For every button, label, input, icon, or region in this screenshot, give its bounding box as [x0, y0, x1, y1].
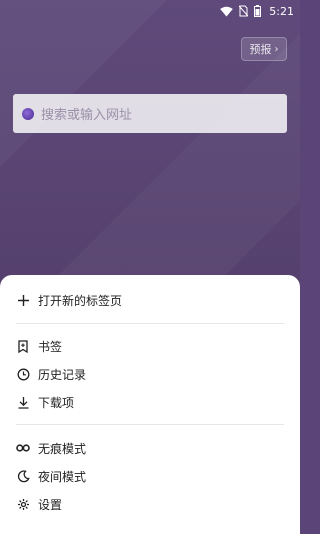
search-placeholder: 搜索或输入网址 [41, 108, 133, 123]
search-bar[interactable]: 搜索或输入网址 [13, 94, 287, 133]
menu-divider [16, 424, 284, 425]
forecast-button[interactable]: 预报 › [241, 37, 287, 61]
moon-icon [16, 469, 30, 483]
menu-item-night-mode[interactable]: 夜间模式 [0, 463, 300, 489]
no-sim-icon [239, 5, 249, 17]
menu-item-label: 历史记录 [38, 367, 87, 382]
menu-sheet: 打开新的标签页 书签 历史记录 下载项 无痕模式 夜间模式 设置 [0, 275, 300, 534]
menu-item-downloads[interactable]: 下载项 [0, 389, 300, 415]
menu-item-label: 设置 [38, 497, 63, 512]
status-time: 5:21 [269, 4, 294, 18]
battery-icon [254, 5, 262, 17]
bookmark-icon [16, 339, 30, 353]
menu-item-label: 下载项 [38, 395, 75, 410]
menu-item-new-tab[interactable]: 打开新的标签页 [0, 287, 300, 313]
menu-item-label: 打开新的标签页 [38, 293, 123, 308]
gear-icon [16, 497, 30, 511]
menu-divider [16, 323, 284, 324]
plus-icon [16, 293, 30, 307]
status-bar: 5:21 [0, 0, 300, 22]
forecast-label: 预报 [249, 43, 272, 56]
menu-item-label: 无痕模式 [38, 441, 87, 456]
download-icon [16, 395, 30, 409]
clock-icon [16, 367, 30, 381]
wifi-icon [220, 6, 234, 17]
menu-item-settings[interactable]: 设置 [0, 491, 300, 517]
menu-item-history[interactable]: 历史记录 [0, 361, 300, 387]
menu-item-incognito[interactable]: 无痕模式 [0, 435, 300, 461]
menu-item-bookmarks[interactable]: 书签 [0, 333, 300, 359]
menu-item-label: 书签 [38, 339, 63, 354]
chevron-right-icon: › [274, 43, 279, 55]
incognito-mask-icon [16, 441, 30, 455]
menu-item-label: 夜间模式 [38, 469, 87, 484]
browser-logo-icon [22, 107, 34, 120]
